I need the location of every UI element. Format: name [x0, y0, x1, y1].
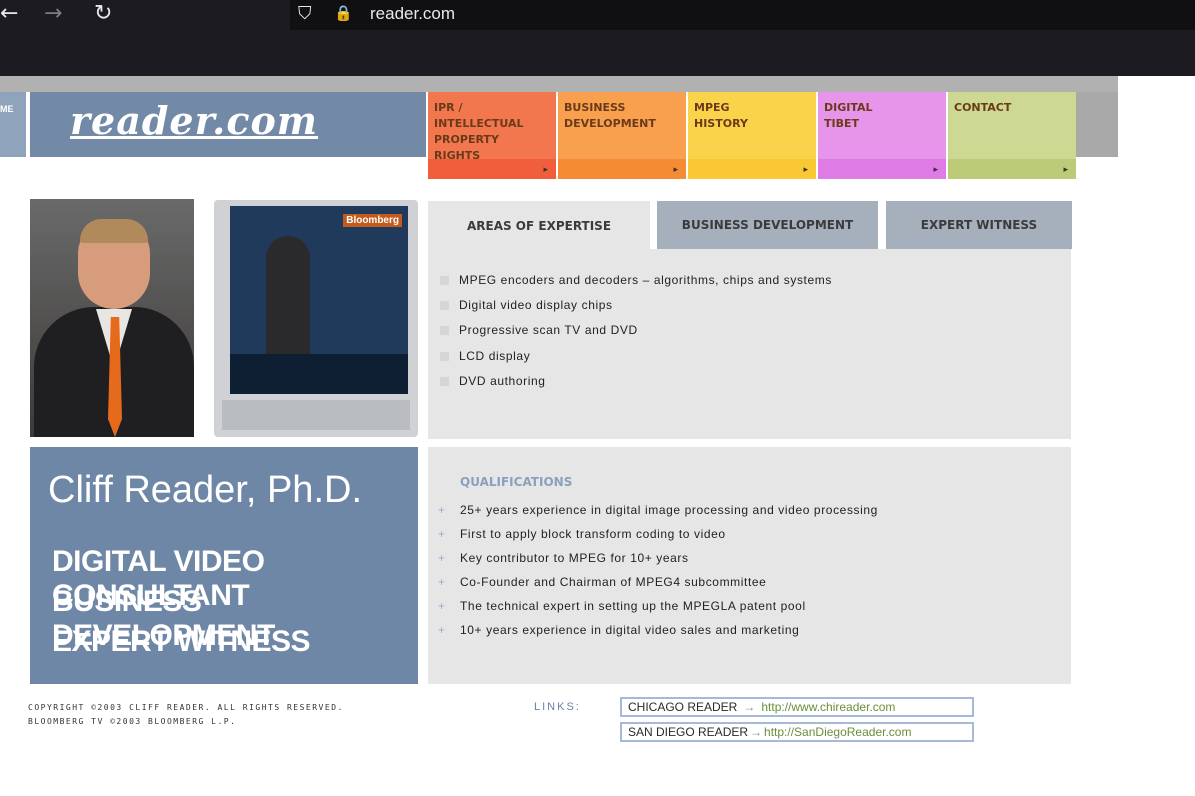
qualifications-heading: QUALIFICATIONS — [460, 475, 573, 489]
logo-bar[interactable]: reader.com — [30, 92, 426, 157]
header-filler — [1076, 92, 1118, 157]
tab-business-development[interactable]: BUSINESS DEVELOPMENT — [657, 201, 878, 249]
item-text: First to apply block transform coding to… — [460, 527, 726, 541]
bullet-icon — [440, 300, 449, 310]
list-item: Progressive scan TV and DVD — [440, 323, 638, 337]
item-text: DVD authoring — [459, 374, 546, 388]
list-item: + First to apply block transform coding t… — [438, 527, 726, 541]
tab-label: AREAS OF EXPERTISE — [466, 218, 612, 233]
list-item: LCD display — [440, 349, 530, 363]
nav-tab-footer: ▸ — [948, 159, 1076, 179]
item-text: Key contributor to MPEG for 10+ years — [460, 551, 689, 565]
list-item: + Key contributor to MPEG for 10+ years — [438, 551, 689, 565]
links-label: LINKS: — [534, 701, 581, 713]
bullet-icon — [440, 351, 449, 361]
expertise-panel: MPEG encoders and decoders – algorithms,… — [428, 249, 1071, 439]
portrait-photo — [30, 199, 194, 437]
reload-icon[interactable]: ↻ — [94, 2, 112, 26]
plus-icon: + — [438, 575, 446, 589]
nav-tab-footer: ▸ — [818, 159, 946, 179]
nav-tab-footer: ▸ — [428, 159, 556, 179]
item-text: LCD display — [459, 349, 531, 363]
bullet-icon — [440, 376, 449, 386]
list-item: +25+ years experience in digital image p… — [438, 503, 878, 517]
forward-icon[interactable]: → — [44, 2, 62, 26]
link-name[interactable]: CHICAGO READER — [628, 700, 737, 714]
plus-icon: + — [438, 599, 446, 613]
item-text: 10+ years experience in digital video sa… — [460, 623, 800, 637]
arrow-icon: → — [743, 700, 756, 714]
bullet-icon — [440, 325, 449, 335]
tv-channel-logo: Bloomberg — [343, 214, 402, 227]
browser-toolbar: ← → ↻ ⛉ 🔒 reader.com — [0, 0, 1195, 76]
nav-tab-footer: ▸ — [688, 159, 816, 179]
profile-name: Cliff Reader, Ph.D. — [48, 469, 363, 511]
profile-box: Cliff Reader, Ph.D. DIGITAL VIDEO CONSUL… — [30, 447, 418, 684]
link-url[interactable]: http://SanDiegoReader.com — [764, 725, 911, 739]
header-strip — [0, 76, 1118, 92]
arrow-icon: → — [750, 725, 763, 739]
link-url[interactable]: http://www.chireader.com — [761, 700, 895, 714]
site-logo[interactable]: reader.com — [70, 98, 318, 143]
arrow-icon: ▸ — [933, 164, 938, 174]
copyright-line: COPYRIGHT ©2003 CLIFF READER. ALL RIGHTS… — [28, 703, 344, 712]
list-item: + The technical expert in setting up the … — [438, 599, 806, 613]
tab-label: EXPERT WITNESS — [920, 218, 1038, 232]
nav-tab-digital-tibet[interactable]: DIGITAL TIBET ▸ — [818, 92, 946, 179]
qualifications-panel: QUALIFICATIONS +25+ years experience in … — [428, 447, 1071, 684]
profile-role: EXPERT WITNESS — [52, 625, 311, 658]
nav-tab-label: BUSINESS DEVELOPMENT — [564, 101, 656, 130]
plus-icon: + — [438, 527, 446, 541]
copyright: COPYRIGHT ©2003 CLIFF READER. ALL RIGHTS… — [28, 701, 344, 729]
arrow-icon: ▸ — [673, 164, 678, 174]
list-item: MPEG encoders and decoders – algorithms,… — [440, 273, 832, 287]
home-tab-label[interactable]: ME — [0, 104, 14, 114]
bullet-icon — [440, 275, 449, 285]
item-text: The technical expert in setting up the M… — [460, 599, 806, 613]
plus-icon: + — [438, 551, 446, 565]
tab-label: BUSINESS DEVELOPMENT — [681, 218, 854, 232]
tab-expert-witness[interactable]: EXPERT WITNESS — [886, 201, 1072, 249]
nav-tab-ipr[interactable]: IPR / INTELLECTUAL PROPERTY RIGHTS ▸ — [428, 92, 556, 179]
link-name[interactable]: SAN DIEGO READER — [628, 725, 748, 739]
tv-image: Bloomberg — [214, 200, 418, 437]
arrow-icon: ▸ — [543, 164, 548, 174]
arrow-icon: ▸ — [803, 164, 808, 174]
plus-icon: + — [438, 503, 446, 517]
item-text: Digital video display chips — [459, 298, 613, 312]
item-text: Progressive scan TV and DVD — [459, 323, 638, 337]
url-text[interactable]: reader.com — [370, 4, 455, 24]
list-item: Digital video display chips — [440, 298, 613, 312]
item-text: Co-Founder and Chairman of MPEG4 subcomm… — [460, 575, 767, 589]
link-chicago-reader[interactable]: CHICAGO READER → http://www.chireader.com — [620, 697, 974, 717]
list-item: + Co-Founder and Chairman of MPEG4 subcom… — [438, 575, 766, 589]
nav-tab-business-development[interactable]: BUSINESS DEVELOPMENT ▸ — [558, 92, 686, 179]
home-tab[interactable]: ME — [0, 92, 26, 157]
address-bar[interactable]: ⛉ 🔒 reader.com — [290, 0, 1195, 30]
nav-tab-label: IPR / INTELLECTUAL PROPERTY RIGHTS — [434, 101, 524, 162]
nav-tab-contact[interactable]: CONTACT ▸ — [948, 92, 1076, 179]
arrow-icon: ▸ — [1063, 164, 1068, 174]
item-text: MPEG encoders and decoders – algorithms,… — [459, 273, 832, 287]
list-item: +10+ years experience in digital video s… — [438, 623, 799, 637]
lock-icon[interactable]: 🔒 — [334, 4, 353, 22]
nav-tab-mpeg-history[interactable]: MPEG HISTORY ▸ — [688, 92, 816, 179]
back-icon[interactable]: ← — [0, 2, 18, 26]
nav-tab-label: CONTACT — [954, 101, 1012, 114]
shield-icon[interactable]: ⛉ — [298, 3, 312, 24]
nav-tab-footer: ▸ — [558, 159, 686, 179]
link-san-diego-reader[interactable]: SAN DIEGO READER → http://SanDiegoReader.c… — [620, 722, 974, 742]
copyright-line: BLOOMBERG TV ©2003 BLOOMBERG L.P. — [28, 717, 237, 726]
nav-tab-label: MPEG HISTORY — [694, 101, 748, 130]
tab-areas-of-expertise[interactable]: AREAS OF EXPERTISE — [428, 201, 650, 250]
item-text: 25+ years experience in digital image pr… — [460, 503, 878, 517]
nav-tab-label: DIGITAL TIBET — [824, 101, 873, 130]
plus-icon: + — [438, 623, 446, 637]
list-item: DVD authoring — [440, 374, 546, 388]
